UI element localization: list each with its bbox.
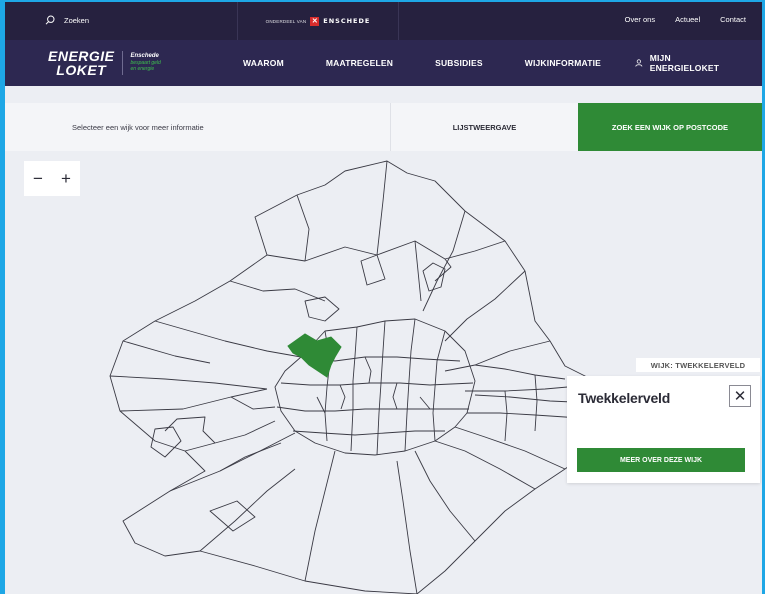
main-navigation: ENERGIE LOKET Enschede bespaart geld en … [5,40,762,86]
logo-line2: LOKET [56,62,107,78]
nav-account-label: MIJN ENERGIELOKET [649,53,720,73]
logo-city: Enschede [130,53,159,60]
nav-waarom[interactable]: WAAROM [243,58,284,68]
search-link[interactable]: Zoeken [45,15,89,25]
nav-subsidies[interactable]: SUBSIDIES [435,58,483,68]
link-actueel[interactable]: Actueel [675,15,700,24]
top-utility-bar: Zoeken ONDERDEEL VAN ✕ ENSCHEDE Over ons… [5,2,762,40]
link-over-ons[interactable]: Over ons [625,15,655,24]
search-label: Zoeken [64,15,90,25]
nav-maatregelen[interactable]: MAATREGELEN [326,58,393,68]
selected-district-label: WIJK: TWEKKELERVELD [636,358,760,372]
zoom-in-button[interactable]: + [52,161,80,196]
logo-tag2: en energie [130,66,155,73]
district-twekkelerveld[interactable] [287,333,342,378]
list-view-button[interactable]: LIJSTWEERGAVE [391,103,578,151]
map-hint: Selecteer een wijk voor meer informatie [72,123,204,132]
nav-items: WAAROM MAATREGELEN SUBSIDIES WIJKINFORMA… [243,40,719,86]
partner-enschede[interactable]: ONDERDEEL VAN ✕ ENSCHEDE [237,2,399,40]
popup-title: Twekkelerveld [578,390,671,406]
map-toolbar: Selecteer een wijk voor meer informatie … [5,103,762,151]
link-contact[interactable]: Contact [720,15,746,24]
zoom-out-button[interactable]: − [24,161,52,196]
logo-divider [121,51,123,75]
map-districts[interactable] [5,151,762,594]
user-icon [635,59,643,67]
energieloket-logo[interactable]: ENERGIE LOKET Enschede bespaart geld en … [48,49,161,77]
logo-tagline: Enschede bespaart geld en energie [131,53,161,73]
nav-mijn-energieloket[interactable]: MIJN ENERGIELOKET [635,53,721,73]
logo-wordmark: ENERGIE LOKET [48,49,115,77]
zoom-control: − + [24,161,80,196]
district-popup: Twekkelerveld ✕ MEER OVER DEZE WIJK [567,376,760,483]
neighbourhood-map[interactable]: − + WIJK: TWEKKELERVELD Twekkelerveld ✕ … [5,151,762,594]
partner-prefix: ONDERDEEL VAN [265,18,307,24]
enschede-logo-icon: ✕ [310,16,320,26]
search-icon [45,15,55,25]
nav-wijkinformatie[interactable]: WIJKINFORMATIE [525,58,601,68]
top-links: Over ons Actueel Contact [625,15,746,24]
postcode-search-button[interactable]: ZOEK EEN WIJK OP POSTCODE [578,103,762,151]
partner-name: ENSCHEDE [323,17,371,25]
close-icon[interactable]: ✕ [729,385,751,407]
more-about-district-button[interactable]: MEER OVER DEZE WIJK [577,448,745,472]
